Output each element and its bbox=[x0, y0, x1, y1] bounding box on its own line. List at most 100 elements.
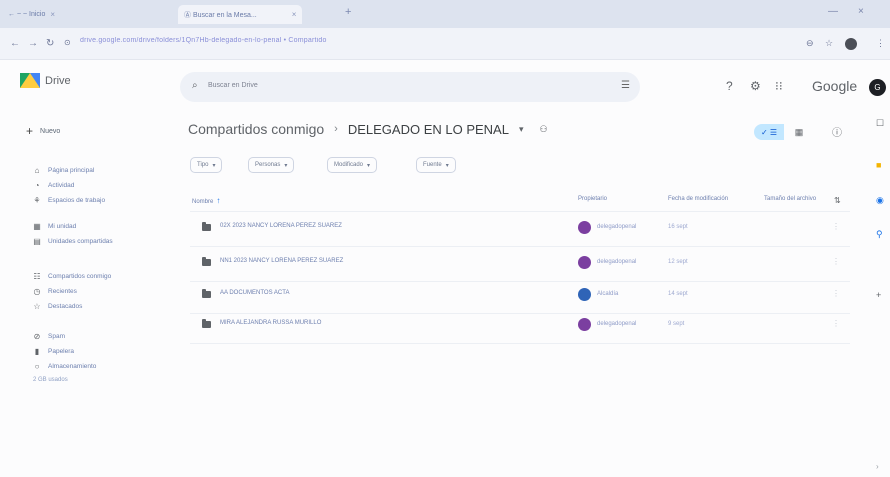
grid-view-toggle[interactable]: ▦ bbox=[785, 124, 813, 140]
sidebar-item-activity[interactable]: ◔ Actividad bbox=[33, 181, 75, 190]
close-tab-icon[interactable]: × bbox=[50, 10, 55, 19]
folder-shared-icon bbox=[202, 222, 211, 231]
sidebar-item-my-drive[interactable]: ▦ Mi unidad bbox=[33, 222, 76, 231]
shared-people-icon: ⚇ bbox=[539, 123, 548, 134]
file-row[interactable]: AA DOCUMENTOS ACTA Alcaldía 14 sept ⋮ bbox=[190, 279, 850, 313]
browser-tab-active[interactable]: Ⓐ Buscar en la Mesa... × bbox=[178, 5, 303, 24]
account-avatar[interactable]: G bbox=[869, 79, 886, 96]
modified-date: 9 sept bbox=[668, 321, 685, 327]
spam-icon: ⊘ bbox=[33, 332, 41, 341]
calendar-icon[interactable]: ☐ bbox=[876, 118, 884, 129]
close-tab-icon[interactable]: × bbox=[292, 10, 297, 19]
new-button[interactable]: + Nuevo bbox=[26, 124, 60, 138]
folder-shared-icon bbox=[202, 257, 211, 266]
owner-avatar bbox=[578, 256, 591, 269]
site-info-icon[interactable]: ⊙ bbox=[64, 38, 71, 47]
sidebar-item-starred[interactable]: ☆ Destacados bbox=[33, 302, 82, 311]
sidebar-item-spam[interactable]: ⊘ Spam bbox=[33, 332, 65, 341]
filter-chip-people[interactable]: Personas ▾ bbox=[248, 157, 295, 173]
filter-chip-type[interactable]: Tipo ▾ bbox=[190, 157, 223, 173]
sort-arrow-icon[interactable]: ↑ bbox=[216, 196, 220, 205]
owner-name: Alcaldía bbox=[597, 291, 619, 297]
sidebar-item-label: Spam bbox=[48, 333, 65, 340]
storage-usage-text: 2 GB usados bbox=[33, 377, 68, 383]
close-window-icon[interactable]: × bbox=[858, 6, 864, 17]
sidebar-item-workspaces[interactable]: ⚘ Espacios de trabajo bbox=[33, 196, 105, 205]
sidebar-item-shared-with-me[interactable]: ☷ Compartidos conmigo bbox=[33, 272, 111, 281]
more-actions-icon[interactable]: ⋮ bbox=[832, 222, 840, 231]
sidebar-item-label: Espacios de trabajo bbox=[48, 197, 106, 204]
file-row[interactable]: MIRA ALEJANDRA RUSSA MURILLO delegadopen… bbox=[190, 309, 850, 343]
list-icon: ☰ bbox=[769, 127, 778, 137]
shared-drives-icon: ▤ bbox=[33, 237, 41, 246]
file-name: AA DOCUMENTOS ACTA bbox=[220, 290, 290, 296]
file-row[interactable]: NN1 2023 NANCY LORENA PEREZ SUAREZ deleg… bbox=[190, 247, 850, 281]
url-field[interactable]: drive.google.com/drive/folders/1Qn7Hb-de… bbox=[80, 37, 440, 52]
filter-chip-source[interactable]: Fuente ▾ bbox=[416, 157, 456, 173]
column-header-size[interactable]: Tamaño del archivo bbox=[764, 196, 816, 202]
cloud-icon: ○ bbox=[34, 362, 40, 371]
column-header-owner: Propietario bbox=[578, 196, 608, 202]
workspaces-icon: ⚘ bbox=[33, 196, 41, 205]
sidebar-item-label: Página principal bbox=[48, 167, 95, 174]
add-addon-icon[interactable]: + bbox=[876, 290, 881, 300]
sidebar-item-shared-drives[interactable]: ▤ Unidades compartidas bbox=[33, 237, 113, 246]
tasks-icon[interactable]: ◉ bbox=[876, 195, 884, 206]
help-icon[interactable]: ? bbox=[726, 79, 733, 93]
search-input[interactable]: ⌕ Buscar en Drive ☰ bbox=[180, 72, 640, 102]
filter-chip-modified[interactable]: Modificado ▾ bbox=[327, 157, 378, 173]
collapse-panel-icon[interactable]: › bbox=[876, 462, 879, 471]
modified-date: 16 sept bbox=[668, 224, 688, 230]
sidebar-item-label: Unidades compartidas bbox=[48, 238, 113, 245]
drive-logo-text: Drive bbox=[45, 74, 71, 87]
sidebar-item-home[interactable]: ⌂ Página principal bbox=[33, 166, 95, 175]
owner-avatar bbox=[578, 318, 591, 331]
search-options-icon[interactable]: ☰ bbox=[621, 80, 630, 91]
browser-profile-avatar[interactable] bbox=[845, 38, 857, 50]
keep-icon[interactable]: ■ bbox=[876, 160, 881, 170]
breadcrumb: Compartidos conmigo › DELEGADO EN LO PEN… bbox=[188, 121, 548, 137]
more-actions-icon[interactable]: ⋮ bbox=[832, 289, 840, 298]
minimize-icon[interactable]: — bbox=[828, 6, 838, 17]
more-actions-icon[interactable]: ⋮ bbox=[832, 257, 840, 266]
sort-options-icon[interactable]: ⇅ bbox=[834, 196, 841, 205]
file-name: MIRA ALEJANDRA RUSSA MURILLO bbox=[220, 320, 322, 326]
list-view-toggle[interactable]: ✓ ☰ bbox=[754, 124, 784, 140]
forward-icon[interactable]: → bbox=[28, 38, 38, 49]
owner-avatar bbox=[578, 288, 591, 301]
info-icon[interactable]: ⓘ bbox=[832, 124, 842, 139]
trash-icon: ▮ bbox=[34, 347, 40, 356]
modified-date: 14 sept bbox=[668, 291, 688, 297]
star-bookmark-icon[interactable]: ☆ bbox=[825, 38, 833, 49]
zoom-icon[interactable]: ⊖ bbox=[806, 38, 814, 49]
settings-gear-icon[interactable]: ⚙ bbox=[750, 79, 761, 93]
chip-label: Fuente bbox=[423, 162, 442, 168]
drive-logo[interactable]: Drive bbox=[20, 73, 71, 88]
column-header-label: Nombre bbox=[192, 199, 214, 205]
browser-tab[interactable]: ← ~ ~ Inicio × bbox=[8, 7, 55, 22]
breadcrumb-parent-link[interactable]: Compartidos conmigo bbox=[188, 121, 324, 137]
google-wordmark: Google bbox=[812, 78, 858, 94]
breadcrumb-current-folder[interactable]: DELEGADO EN LO PENAL bbox=[348, 122, 509, 137]
chevron-down-icon[interactable]: ▾ bbox=[519, 124, 524, 135]
apps-grid-icon[interactable]: ⁝⁝ bbox=[775, 79, 783, 93]
browser-menu-icon[interactable]: ⋮ bbox=[876, 38, 885, 49]
sidebar-item-trash[interactable]: ▮ Papelera bbox=[33, 347, 74, 356]
new-tab-icon[interactable]: + bbox=[345, 6, 351, 18]
chevron-right-icon: › bbox=[334, 123, 338, 135]
drive-logo-icon bbox=[20, 73, 40, 88]
column-header-name[interactable]: Nombre ↑ bbox=[192, 196, 220, 205]
file-row[interactable]: 02X 2023 NANCY LORENA PEREZ SUAREZ deleg… bbox=[190, 212, 850, 246]
address-bar: ← → ↻ ⊙ drive.google.com/drive/folders/1… bbox=[0, 28, 890, 60]
owner-name: delegadopenal bbox=[597, 259, 637, 265]
chip-label: Modificado bbox=[334, 162, 364, 168]
sidebar-item-storage[interactable]: ○ Almacenamiento bbox=[33, 362, 97, 371]
contacts-icon[interactable]: ⚲ bbox=[876, 229, 883, 240]
sidebar-item-recent[interactable]: ◷ Recientes bbox=[33, 287, 77, 296]
reload-icon[interactable]: ↻ bbox=[46, 38, 54, 49]
back-icon[interactable]: ← bbox=[10, 38, 20, 49]
more-actions-icon[interactable]: ⋮ bbox=[832, 319, 840, 328]
column-header-modified[interactable]: Fecha de modificación bbox=[668, 196, 728, 202]
my-drive-icon: ▦ bbox=[33, 222, 41, 231]
chevron-down-icon: ▾ bbox=[367, 162, 371, 169]
